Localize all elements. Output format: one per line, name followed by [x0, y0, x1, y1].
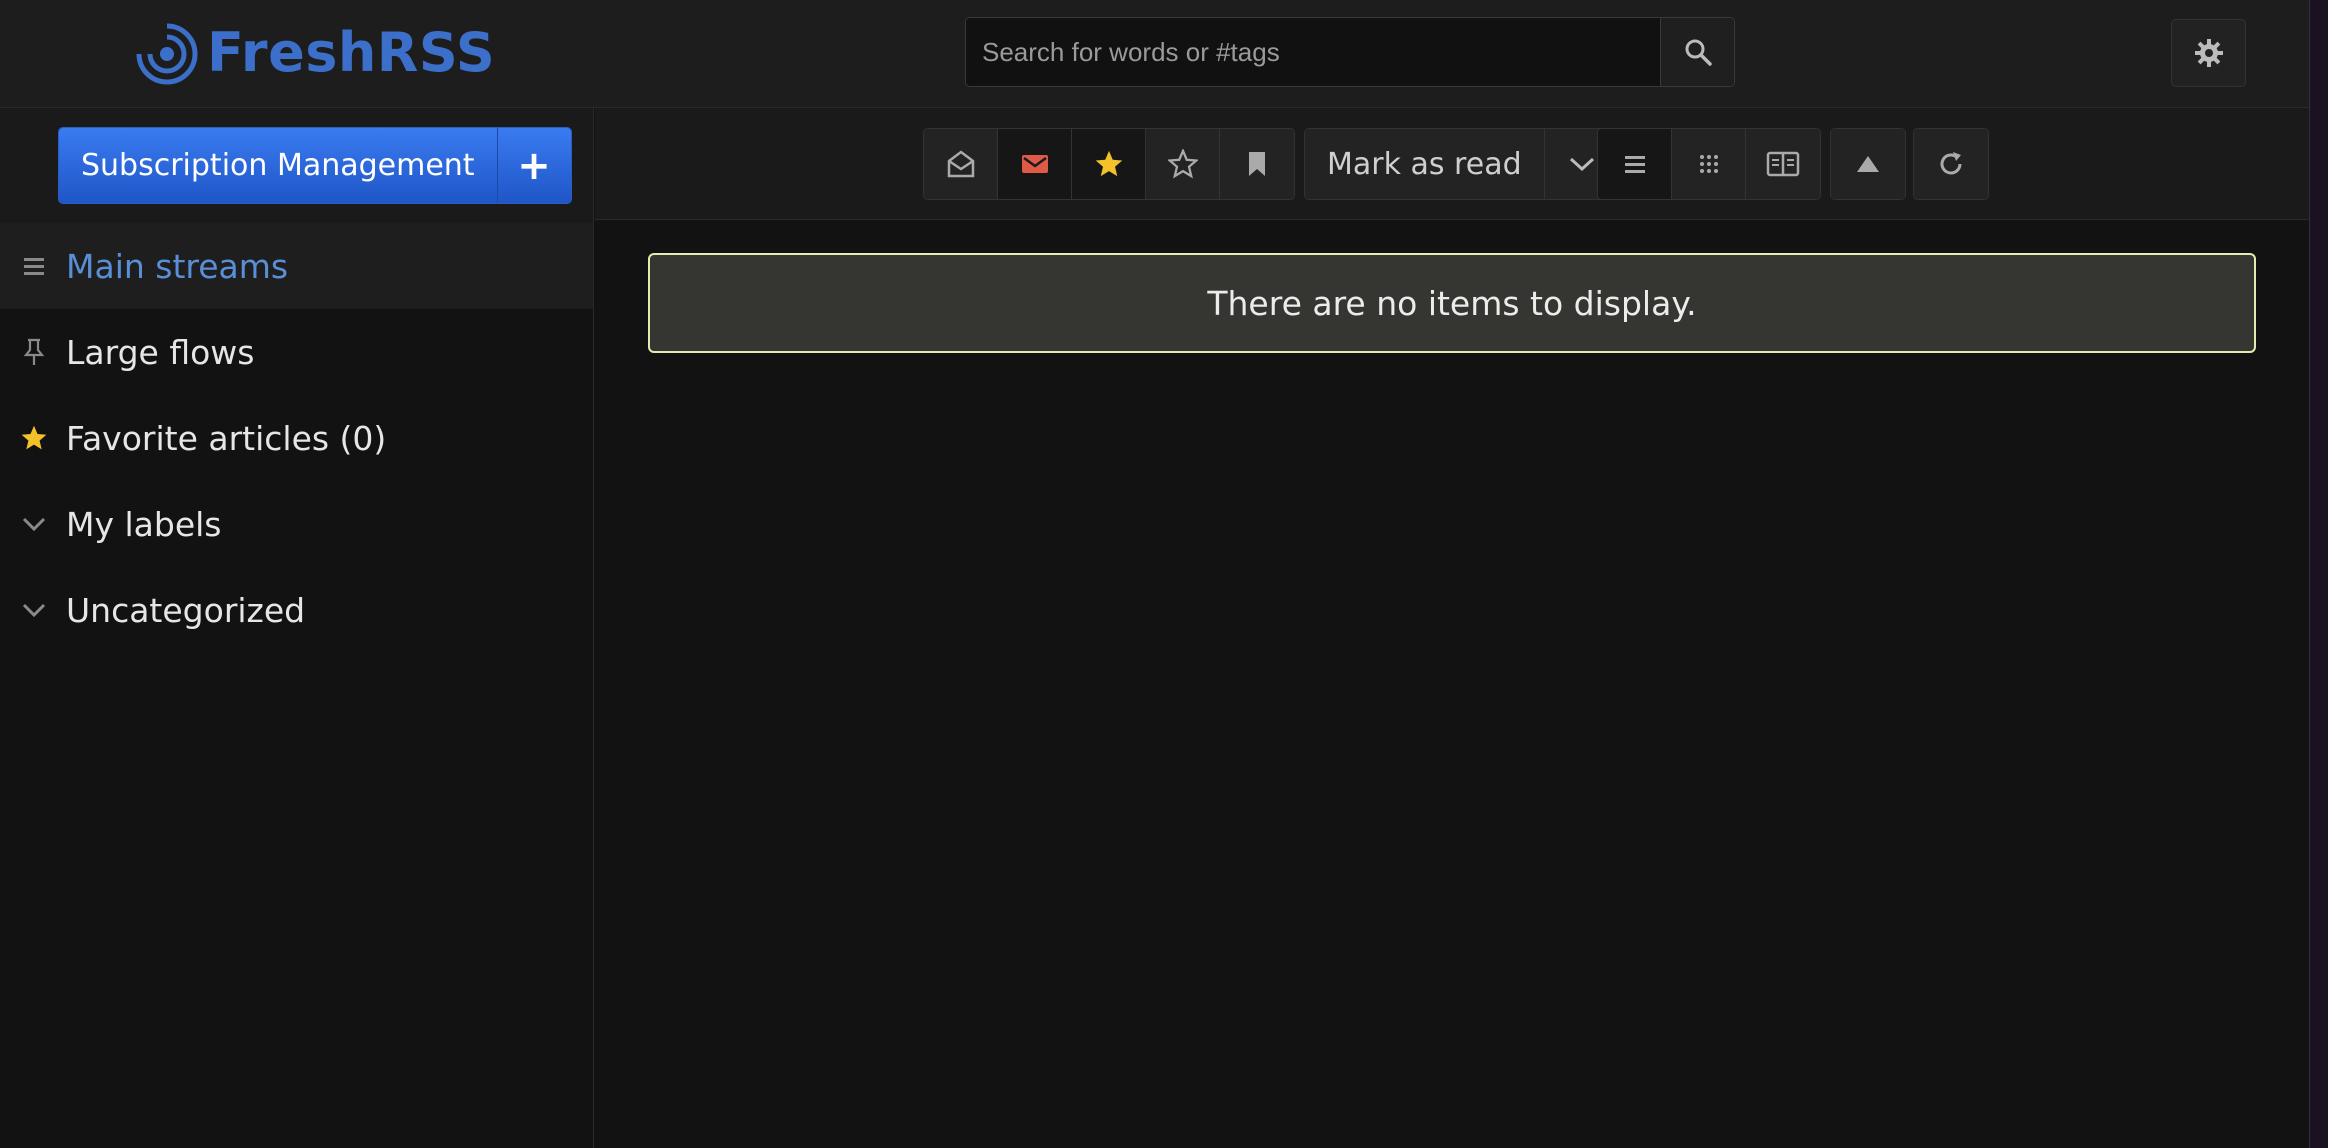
list-icon [20, 252, 48, 280]
global-view-button[interactable] [1672, 129, 1746, 199]
sidebar-item-label: Main streams [66, 246, 289, 286]
search-button[interactable] [1660, 18, 1734, 86]
reader-view-button[interactable] [1746, 129, 1820, 199]
chevron-down-icon [1569, 157, 1594, 172]
show-favorites-button[interactable] [1072, 129, 1146, 199]
sidebar-item-uncategorized[interactable]: Uncategorized [0, 567, 593, 653]
subscription-bar: Subscription Management + [0, 108, 593, 223]
sidebar-item-label: My labels [66, 504, 222, 544]
envelope-icon [1021, 155, 1048, 173]
chevron-down-icon [20, 596, 48, 624]
filter-button-group [923, 128, 1295, 200]
add-feed-button[interactable]: + [496, 128, 571, 203]
freshrss-app: FreshRSS Search for words or #tags Subsc… [0, 0, 2328, 1148]
sort-order-button[interactable] [1831, 129, 1905, 199]
sidebar-item-label: Uncategorized [66, 590, 306, 630]
triangle-up-icon [1857, 156, 1879, 172]
show-read-button[interactable] [924, 129, 998, 199]
sidebar-item-my-labels[interactable]: My labels [0, 481, 593, 567]
search-input[interactable] [966, 18, 1660, 86]
chevron-down-icon [20, 510, 48, 538]
show-labelled-button[interactable] [1220, 129, 1294, 199]
mark-as-read-group: Mark as read [1304, 128, 1620, 200]
main-content: Mark as read There are no items to displ… [595, 108, 2309, 1148]
sidebar-item-label: Favorite articles (0) [66, 418, 387, 458]
show-not-favorites-button[interactable] [1146, 129, 1220, 199]
article-toolbar: Mark as read [595, 108, 2309, 220]
envelope-open-icon [947, 150, 974, 178]
sidebar-item-favorite-articles[interactable]: Favorite articles (0) [0, 395, 593, 481]
grid-icon [1699, 155, 1718, 173]
subscription-button-group: Subscription Management + [58, 127, 572, 204]
sidebar-item-label: Large flows [66, 332, 255, 372]
freshrss-logo[interactable]: FreshRSS [133, 16, 495, 88]
subscription-management-button[interactable]: Subscription Management [59, 128, 497, 203]
list-icon [1624, 156, 1645, 173]
star-icon [20, 424, 48, 452]
gear-icon [2194, 39, 2223, 67]
show-unread-button[interactable] [998, 129, 1072, 199]
empty-notice: There are no items to display. [648, 253, 2256, 353]
sort-order-group [1830, 128, 1906, 200]
search-icon [1685, 39, 1712, 66]
pin-icon [20, 338, 48, 366]
window-edge [2309, 0, 2328, 1148]
rss-logo-icon [136, 23, 198, 85]
mark-as-read-button[interactable]: Mark as read [1305, 129, 1545, 199]
view-mode-group [1597, 128, 1821, 200]
top-header: FreshRSS [0, 0, 2309, 108]
sidebar-item-large-flows[interactable]: Large flows [0, 309, 593, 395]
refresh-icon [1940, 152, 1962, 175]
star-outline-icon [1167, 149, 1198, 179]
normal-view-button[interactable] [1598, 129, 1672, 199]
refresh-button[interactable] [1914, 129, 1988, 199]
bookmark-icon [1249, 152, 1265, 176]
app-name: FreshRSS [207, 20, 496, 84]
settings-button[interactable] [2171, 19, 2246, 87]
search-bar [965, 17, 1735, 87]
sidebar-item-main-streams[interactable]: Main streams [0, 223, 593, 309]
star-icon [1095, 150, 1122, 177]
sidebar: Subscription Management + Main streams L… [0, 108, 594, 1148]
book-open-icon [1766, 151, 1800, 177]
refresh-group [1913, 128, 1989, 200]
